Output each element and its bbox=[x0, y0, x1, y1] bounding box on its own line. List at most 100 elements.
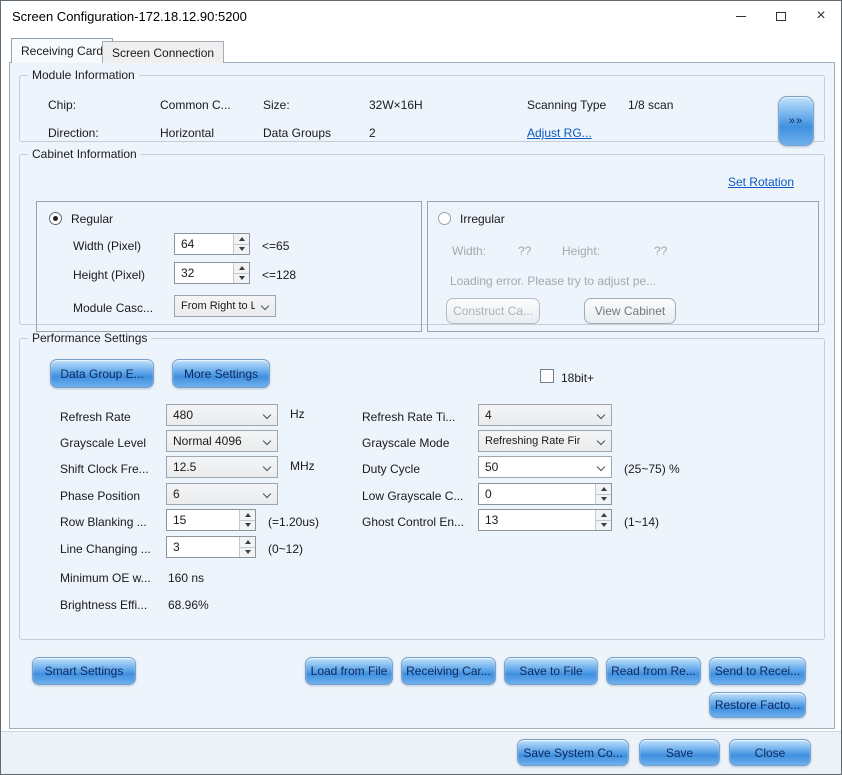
cabinet-information-title: Cabinet Information bbox=[32, 147, 137, 161]
smart-settings-button[interactable]: Smart Settings bbox=[32, 657, 136, 685]
height-pixel-label: Height (Pixel) bbox=[73, 268, 146, 282]
close-button[interactable]: × bbox=[801, 1, 841, 31]
refresh-rate-value: 480 bbox=[173, 408, 194, 422]
chevron-down-icon bbox=[262, 410, 272, 420]
low-grayscale-label: Low Grayscale C... bbox=[362, 489, 464, 503]
minimum-oe-label: Minimum OE w... bbox=[60, 571, 151, 585]
row-blanking-input[interactable]: 15 bbox=[166, 509, 256, 531]
duty-cycle-dropdown[interactable]: 50 bbox=[478, 456, 612, 478]
low-grayscale-spin-down-button[interactable] bbox=[596, 494, 611, 504]
minimize-button[interactable] bbox=[721, 1, 761, 31]
phase-position-dropdown[interactable]: 6 bbox=[166, 483, 278, 505]
loading-error-text: Loading error. Please try to adjust pe..… bbox=[450, 274, 657, 288]
performance-settings-title: Performance Settings bbox=[32, 331, 148, 345]
maximize-button[interactable] bbox=[761, 1, 801, 31]
tab-receiving-card[interactable]: Receiving Card bbox=[11, 38, 114, 63]
receiving-card-button[interactable]: Receiving Car... bbox=[401, 657, 496, 685]
width-max-hint: <=65 bbox=[262, 239, 290, 253]
chevron-down-icon bbox=[262, 462, 272, 472]
refresh-rate-dropdown[interactable]: 480 bbox=[166, 404, 278, 426]
restore-factory-button[interactable]: Restore Facto... bbox=[709, 692, 806, 718]
chip-value: Common C... bbox=[160, 98, 231, 112]
minimize-icon bbox=[736, 15, 746, 17]
row-blanking-value: 15 bbox=[173, 513, 187, 527]
height-pixel-value: 32 bbox=[181, 266, 195, 280]
height-spin-up-button[interactable] bbox=[234, 263, 249, 274]
triangle-up-icon bbox=[244, 539, 251, 544]
width-pixel-input[interactable]: 64 bbox=[174, 233, 250, 255]
low-grayscale-spin-up-button[interactable] bbox=[596, 484, 611, 495]
irregular-width-value: ?? bbox=[518, 244, 532, 258]
width-pixel-value: 64 bbox=[181, 237, 195, 251]
cabinet-information-group: Cabinet Information Set Rotation Regular… bbox=[19, 147, 825, 332]
phase-position-label: Phase Position bbox=[60, 489, 141, 503]
load-from-file-button[interactable]: Load from File bbox=[305, 657, 393, 685]
chevron-down-icon bbox=[596, 462, 606, 472]
ghost-control-spin-up-button[interactable] bbox=[596, 510, 611, 521]
irregular-height-label: Height: bbox=[562, 244, 601, 258]
expand-button[interactable]: »» bbox=[778, 96, 814, 146]
height-pixel-input[interactable]: 32 bbox=[174, 262, 250, 284]
triangle-up-icon bbox=[600, 512, 607, 517]
regular-radio[interactable] bbox=[49, 212, 62, 225]
ghost-control-label: Ghost Control En... bbox=[362, 515, 465, 529]
width-spin-down-button[interactable] bbox=[234, 244, 249, 254]
module-cascade-value: From Right to L bbox=[181, 300, 255, 312]
low-grayscale-value: 0 bbox=[485, 487, 492, 501]
ghost-control-hint: (1~14) bbox=[624, 515, 660, 529]
duty-cycle-value: 50 bbox=[485, 460, 499, 474]
set-rotation-link[interactable]: Set Rotation bbox=[728, 175, 794, 189]
shift-clock-unit: MHz bbox=[290, 459, 315, 473]
bit18-checkbox[interactable] bbox=[540, 369, 554, 383]
low-grayscale-input[interactable]: 0 bbox=[478, 483, 612, 505]
triangle-down-icon bbox=[244, 523, 251, 528]
data-group-exchange-button[interactable]: Data Group E... bbox=[50, 359, 154, 388]
row-blanking-label: Row Blanking ... bbox=[60, 515, 147, 529]
send-to-receiving-button[interactable]: Send to Recei... bbox=[709, 657, 806, 685]
module-cascade-dropdown[interactable]: From Right to L bbox=[174, 295, 276, 317]
row-blanking-spin-up-button[interactable] bbox=[240, 510, 255, 521]
refresh-rate-unit: Hz bbox=[290, 407, 305, 421]
brightness-efficiency-label: Brightness Effi... bbox=[60, 598, 148, 612]
read-from-receiving-button[interactable]: Read from Re... bbox=[606, 657, 701, 685]
width-pixel-label: Width (Pixel) bbox=[73, 239, 142, 253]
direction-value: Horizontal bbox=[160, 126, 215, 140]
more-settings-button[interactable]: More Settings bbox=[172, 359, 270, 388]
direction-label: Direction: bbox=[48, 126, 99, 140]
line-changing-hint: (0~12) bbox=[268, 542, 304, 556]
grayscale-mode-value: Refreshing Rate Fir bbox=[485, 435, 581, 447]
view-cabinet-button[interactable]: View Cabinet bbox=[584, 298, 676, 324]
row-blanking-spin-down-button[interactable] bbox=[240, 520, 255, 530]
module-information-title: Module Information bbox=[32, 68, 135, 82]
line-changing-spin-down-button[interactable] bbox=[240, 547, 255, 557]
refresh-rate-times-dropdown[interactable]: 4 bbox=[478, 404, 612, 426]
triangle-up-icon bbox=[600, 486, 607, 491]
chevron-down-icon bbox=[260, 301, 270, 311]
width-spin-up-button[interactable] bbox=[234, 234, 249, 245]
adjust-rg-link[interactable]: Adjust RG... bbox=[527, 126, 592, 140]
save-to-file-button[interactable]: Save to File bbox=[504, 657, 598, 685]
irregular-height-value: ?? bbox=[654, 244, 668, 258]
close-icon: × bbox=[816, 7, 826, 24]
regular-radio-label: Regular bbox=[71, 212, 114, 226]
grayscale-level-dropdown[interactable]: Normal 4096 bbox=[166, 430, 278, 452]
ghost-control-spin-down-button[interactable] bbox=[596, 520, 611, 530]
regular-panel: Regular Width (Pixel) 64 <=65 Height (Pi… bbox=[36, 201, 422, 332]
data-groups-value: 2 bbox=[369, 126, 376, 140]
close-dialog-button[interactable]: Close bbox=[729, 739, 811, 766]
module-cascade-label: Module Casc... bbox=[73, 301, 154, 315]
tab-screen-connection[interactable]: Screen Connection bbox=[102, 41, 225, 63]
chevron-down-icon bbox=[262, 436, 272, 446]
irregular-radio[interactable] bbox=[438, 212, 451, 225]
save-system-config-button[interactable]: Save System Co... bbox=[517, 739, 629, 766]
height-spin-down-button[interactable] bbox=[234, 273, 249, 283]
scanning-type-label: Scanning Type bbox=[527, 98, 607, 112]
line-changing-spin-up-button[interactable] bbox=[240, 537, 255, 548]
grayscale-mode-dropdown[interactable]: Refreshing Rate Fir bbox=[478, 430, 612, 452]
triangle-down-icon bbox=[238, 247, 245, 252]
ghost-control-input[interactable]: 13 bbox=[478, 509, 612, 531]
shift-clock-dropdown[interactable]: 12.5 bbox=[166, 456, 278, 478]
line-changing-input[interactable]: 3 bbox=[166, 536, 256, 558]
save-button[interactable]: Save bbox=[639, 739, 720, 766]
refresh-rate-times-label: Refresh Rate Ti... bbox=[362, 410, 456, 424]
